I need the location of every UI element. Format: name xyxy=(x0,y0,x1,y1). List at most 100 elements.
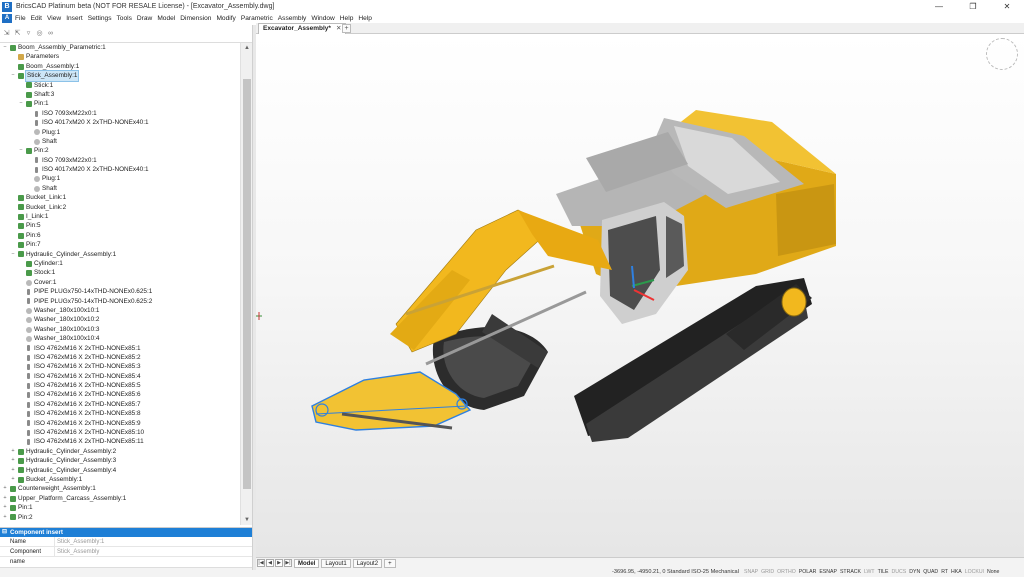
status-toggle-tile[interactable]: TILE xyxy=(878,569,889,575)
collapse-icon[interactable]: − xyxy=(18,99,24,108)
tree-item[interactable]: Pin:6 xyxy=(0,231,252,240)
tree-item[interactable]: Parameters xyxy=(0,52,252,61)
maximize-button[interactable]: ❐ xyxy=(956,0,990,13)
tree-item[interactable]: Washer_180x100x10:4 xyxy=(0,334,252,343)
menu-model-7[interactable]: Model xyxy=(157,15,175,22)
tree-item[interactable]: + Upper_Platform_Carcass_Assembly:1 xyxy=(0,494,252,503)
status-toggle-esnap[interactable]: ESNAP xyxy=(819,569,837,575)
tree-item[interactable]: Boom_Assembly:1 xyxy=(0,62,252,71)
tree-item[interactable]: ISO 4762xM16 X 2xTHD-NONEx85:8 xyxy=(0,409,252,418)
close-button[interactable]: ✕ xyxy=(990,0,1024,13)
document-tab[interactable]: Excavator_Assembly* ✕ xyxy=(258,23,347,34)
expand-icon[interactable]: + xyxy=(10,456,16,465)
tree-item[interactable]: ISO 4762xM16 X 2xTHD-NONEx85:5 xyxy=(0,381,252,390)
tree-item[interactable]: Shaft xyxy=(0,137,252,146)
menu-dimension-8[interactable]: Dimension xyxy=(180,15,211,22)
tree-item[interactable]: ISO 7093xM22x0:1 xyxy=(0,156,252,165)
menu-insert-3[interactable]: Insert xyxy=(66,15,83,22)
tree-item[interactable]: Shaft xyxy=(0,184,252,193)
status-toggle-quad[interactable]: QUAD xyxy=(923,569,938,575)
properties-header[interactable]: ⊟ Component insert xyxy=(0,528,252,537)
property-value[interactable]: Stick_Assembly xyxy=(54,547,252,556)
tree-item[interactable]: − Boom_Assembly_Parametric:1 xyxy=(0,43,252,52)
tree-item[interactable]: ISO 4017xM20 X 2xTHD-NONEx40:1 xyxy=(0,118,252,127)
add-layout-button[interactable]: + xyxy=(384,558,396,568)
collapse-all-icon[interactable]: ⇱ xyxy=(14,30,21,37)
tree-item[interactable]: − Stick_Assembly:1 xyxy=(0,70,252,82)
tree-item[interactable]: ISO 4762xM16 X 2xTHD-NONEx85:3 xyxy=(0,362,252,371)
tree-item[interactable]: + Hydraulic_Cylinder_Assembly:3 xyxy=(0,456,252,465)
model-viewport[interactable] xyxy=(256,34,1024,557)
tree-item[interactable]: Pin:7 xyxy=(0,240,252,249)
tree-item[interactable]: ISO 4762xM16 X 2xTHD-NONEx85:4 xyxy=(0,372,252,381)
menu-tools-5[interactable]: Tools xyxy=(117,15,132,22)
menu-help-14[interactable]: Help xyxy=(358,15,372,22)
tree-item[interactable]: Bucket_Link:1 xyxy=(0,193,252,202)
tree-item[interactable]: ISO 4762xM16 X 2xTHD-NONEx85:10 xyxy=(0,428,252,437)
expand-icon[interactable]: + xyxy=(2,484,8,493)
tree-item[interactable]: + Pin:2 xyxy=(0,513,252,522)
status-toggle-none[interactable]: None xyxy=(987,569,999,575)
scroll-thumb[interactable] xyxy=(243,79,251,489)
tree-item[interactable]: ISO 4762xM16 X 2xTHD-NONEx85:1 xyxy=(0,344,252,353)
status-toggle-rt[interactable]: RT xyxy=(941,569,948,575)
status-toggle-dyn[interactable]: DYN xyxy=(909,569,920,575)
minimize-button[interactable]: — xyxy=(922,0,956,13)
expand-icon[interactable]: + xyxy=(10,466,16,475)
status-toggle-snap[interactable]: SNAP xyxy=(744,569,758,575)
expand-icon[interactable]: + xyxy=(2,503,8,512)
tree-item[interactable]: Cover:1 xyxy=(0,278,252,287)
tree-item[interactable]: + Hydraulic_Cylinder_Assembly:4 xyxy=(0,466,252,475)
first-layout-icon[interactable]: |◀ xyxy=(257,559,265,567)
component-icon[interactable]: ◎ xyxy=(36,30,43,37)
tree-item[interactable]: − Hydraulic_Cylinder_Assembly:1 xyxy=(0,250,252,259)
tree-item[interactable]: I_Link:1 xyxy=(0,212,252,221)
collapse-icon[interactable]: − xyxy=(10,250,16,259)
tree-item[interactable]: Pin:5 xyxy=(0,221,252,230)
expand-icon[interactable]: + xyxy=(10,447,16,456)
collapse-icon[interactable]: − xyxy=(10,71,16,80)
tree-item[interactable]: Stock:1 xyxy=(0,268,252,277)
app-menu-icon[interactable]: A xyxy=(2,14,12,23)
expand-icon[interactable]: + xyxy=(10,475,16,484)
expand-icon[interactable]: + xyxy=(2,494,8,503)
menu-assembly-11[interactable]: Assembly xyxy=(278,15,307,22)
status-toggle-strack[interactable]: STRACK xyxy=(840,569,861,575)
tab-layout1[interactable]: Layout1 xyxy=(321,558,351,568)
tree-item[interactable]: ISO 4762xM16 X 2xTHD-NONEx85:7 xyxy=(0,400,252,409)
tree-item[interactable]: Cylinder:1 xyxy=(0,259,252,268)
close-tab-icon[interactable]: ✕ xyxy=(336,25,341,32)
collapse-icon[interactable]: − xyxy=(18,146,24,155)
tree-item[interactable]: Bucket_Link:2 xyxy=(0,203,252,212)
tree-item[interactable]: Plug:1 xyxy=(0,174,252,183)
status-toggle-ducs[interactable]: DUCS xyxy=(892,569,907,575)
new-tab-button[interactable]: + xyxy=(342,24,351,33)
tab-model[interactable]: Model xyxy=(294,558,320,568)
tree-scrollbar[interactable]: ▲ ▼ xyxy=(240,43,252,525)
tree-item[interactable]: ISO 4762xM16 X 2xTHD-NONEx85:9 xyxy=(0,419,252,428)
next-layout-icon[interactable]: ▶ xyxy=(275,559,283,567)
tree-item[interactable]: Washer_180x100x10:3 xyxy=(0,325,252,334)
status-toggle-lockui[interactable]: LOCKUI xyxy=(965,569,984,575)
expand-all-icon[interactable]: ⇲ xyxy=(3,30,10,37)
last-layout-icon[interactable]: ▶| xyxy=(284,559,292,567)
filter-icon[interactable]: ▿ xyxy=(25,30,32,37)
prev-layout-icon[interactable]: ◀ xyxy=(266,559,274,567)
tab-layout2[interactable]: Layout2 xyxy=(352,558,383,568)
menu-edit-1[interactable]: Edit xyxy=(31,15,42,22)
tree-item[interactable]: − Pin:1 xyxy=(0,99,252,108)
status-toggle-hka[interactable]: HKA xyxy=(951,569,962,575)
property-value[interactable]: Stick_Assembly:1 xyxy=(54,537,252,546)
menu-settings-4[interactable]: Settings xyxy=(88,15,112,22)
tree-item[interactable]: ISO 7093xM22x0:1 xyxy=(0,109,252,118)
tree-item[interactable]: Washer_180x100x10:2 xyxy=(0,315,252,324)
menu-parametric-10[interactable]: Parametric xyxy=(241,15,273,22)
tree-item[interactable]: Washer_180x100x10:1 xyxy=(0,306,252,315)
menu-view-2[interactable]: View xyxy=(47,15,61,22)
tree-item[interactable]: + Hydraulic_Cylinder_Assembly:2 xyxy=(0,447,252,456)
tree-item[interactable]: − Pin:2 xyxy=(0,146,252,155)
menu-draw-6[interactable]: Draw xyxy=(137,15,152,22)
collapse-icon[interactable]: − xyxy=(2,43,8,52)
tree-item[interactable]: + Pin:1 xyxy=(0,503,252,512)
tree-item[interactable]: + Counterweight_Assembly:1 xyxy=(0,484,252,493)
